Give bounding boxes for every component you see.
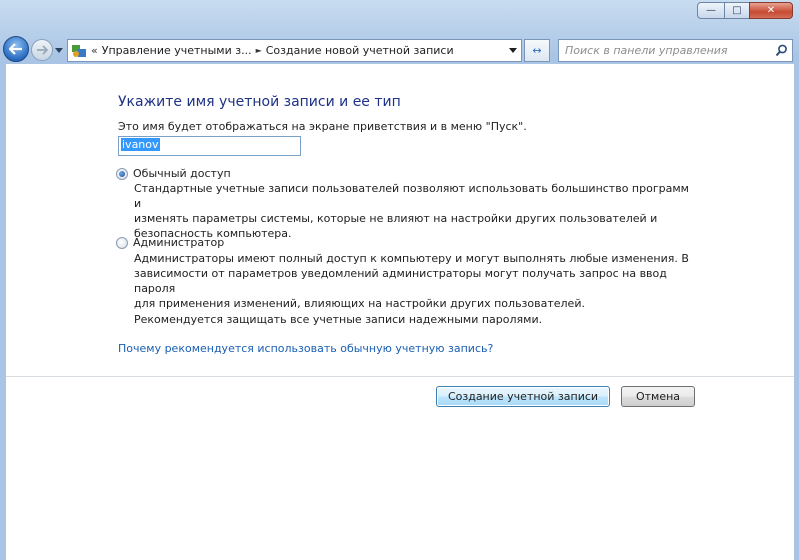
address-dropdown-icon[interactable] bbox=[509, 48, 517, 53]
account-name-input[interactable]: ivanov bbox=[118, 136, 301, 156]
name-description: Это имя будет отображаться на экране при… bbox=[118, 120, 527, 133]
standard-user-description: Стандартные учетные записи пользователей… bbox=[134, 181, 694, 241]
maximize-icon: □ bbox=[732, 4, 742, 16]
breadcrumb-user-accounts[interactable]: Управление учетными з... bbox=[102, 44, 252, 57]
back-button[interactable] bbox=[3, 36, 29, 62]
administrator-option[interactable]: Администратор bbox=[116, 236, 224, 249]
administrator-description: Администраторы имеют полный доступ к ком… bbox=[134, 251, 694, 311]
chevron-down-icon bbox=[55, 47, 63, 53]
administrator-label[interactable]: Администратор bbox=[133, 236, 224, 249]
description-line: Стандартные учетные записи пользователей… bbox=[134, 182, 689, 210]
forward-arrow-icon bbox=[37, 45, 48, 55]
close-icon: ✕ bbox=[766, 4, 776, 16]
search-icon[interactable] bbox=[775, 44, 788, 57]
minimize-icon: — bbox=[706, 4, 716, 16]
refresh-icon: ↔ bbox=[532, 44, 542, 57]
breadcrumb-separator[interactable]: ► bbox=[256, 46, 262, 55]
search-box bbox=[558, 39, 793, 62]
description-line: изменять параметры системы, которые не в… bbox=[134, 212, 658, 225]
standard-user-option[interactable]: Обычный доступ bbox=[116, 167, 231, 180]
why-standard-account-link[interactable]: Почему рекомендуется использовать обычну… bbox=[118, 342, 493, 355]
description-line: для применения изменений, влияющих на на… bbox=[134, 297, 585, 310]
description-line: зависимости от параметров уведомлений ад… bbox=[134, 267, 667, 295]
address-bar[interactable]: « Управление учетными з... ► Создание но… bbox=[67, 39, 522, 62]
refresh-button[interactable]: ↔ bbox=[524, 39, 550, 62]
standard-user-radio[interactable] bbox=[116, 167, 128, 180]
create-account-button[interactable]: Создание учетной записи bbox=[436, 386, 610, 407]
back-arrow-icon bbox=[9, 43, 22, 55]
description-line: Администраторы имеют полный доступ к ком… bbox=[134, 252, 689, 265]
window-controls: — □ ✕ bbox=[697, 2, 793, 19]
cancel-button[interactable]: Отмена bbox=[621, 386, 695, 407]
standard-user-label[interactable]: Обычный доступ bbox=[133, 167, 231, 180]
account-name-value: ivanov bbox=[121, 138, 160, 151]
forward-button[interactable] bbox=[31, 39, 53, 61]
breadcrumb-create-account[interactable]: Создание новой учетной записи bbox=[266, 44, 454, 57]
maximize-button[interactable]: □ bbox=[724, 2, 750, 19]
password-recommendation: Рекомендуется защищать все учетные запис… bbox=[134, 313, 543, 326]
address-overflow-chevron[interactable]: « bbox=[91, 44, 98, 57]
page-title: Укажите имя учетной записи и ее тип bbox=[118, 94, 401, 110]
divider bbox=[6, 376, 794, 377]
minimize-button[interactable]: — bbox=[697, 2, 725, 19]
recent-pages-button[interactable] bbox=[55, 43, 65, 57]
radio-selected-dot bbox=[119, 170, 125, 177]
administrator-radio[interactable] bbox=[116, 236, 128, 249]
content-pane: Укажите имя учетной записи и ее тип Это … bbox=[6, 64, 794, 560]
control-panel-icon bbox=[72, 44, 86, 57]
close-button[interactable]: ✕ bbox=[749, 2, 793, 19]
search-input[interactable] bbox=[559, 40, 770, 61]
